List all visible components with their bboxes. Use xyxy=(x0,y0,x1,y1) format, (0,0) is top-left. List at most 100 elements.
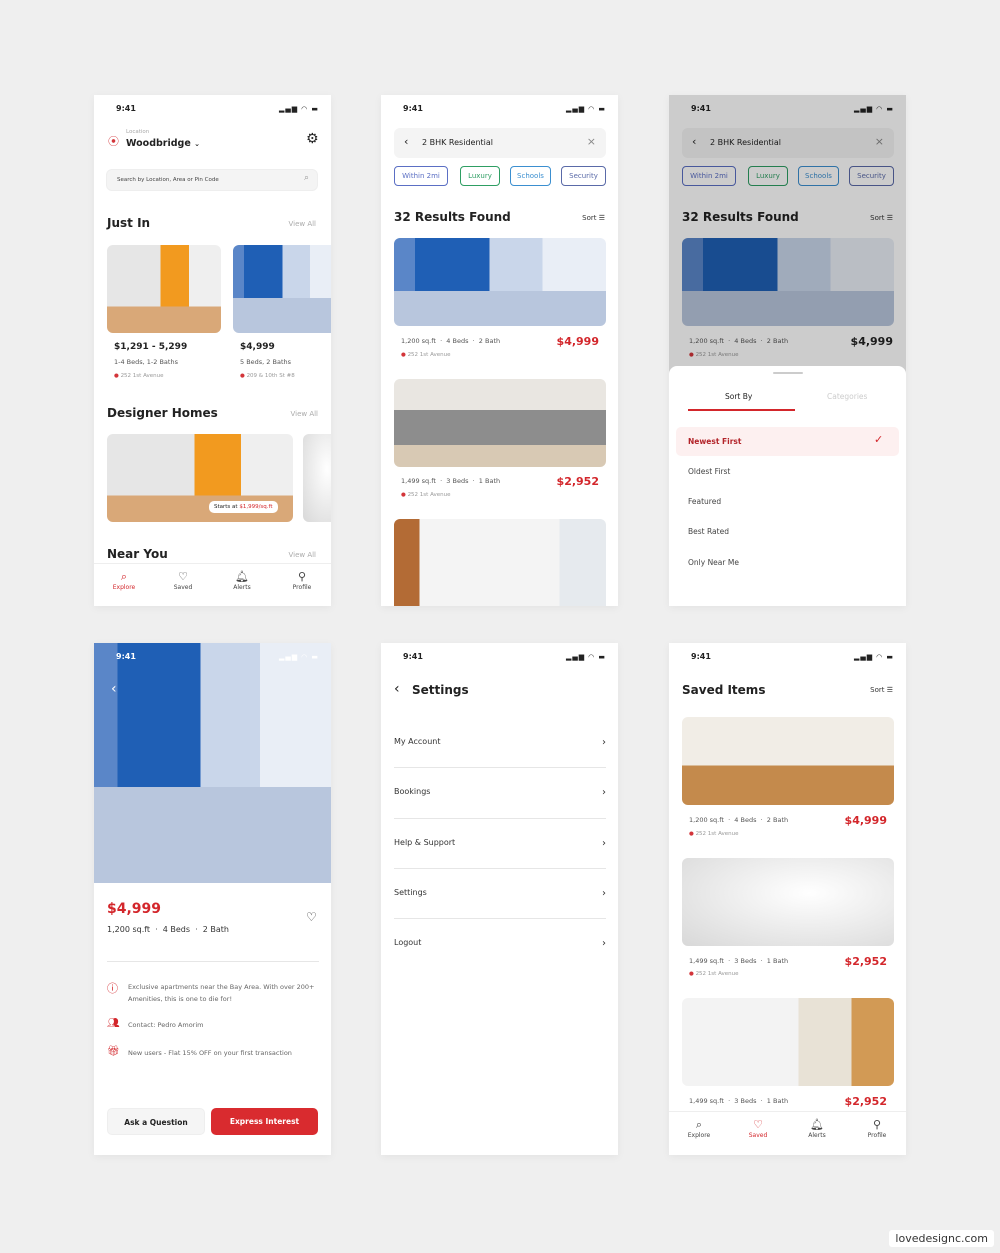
view-all-link[interactable]: View All xyxy=(288,551,316,559)
tab-alerts[interactable]: 🔔︎ Alerts xyxy=(797,1118,837,1139)
clear-icon[interactable]: × xyxy=(587,135,596,148)
bottom-tab-bar: ⌕ Explore ♡ Saved 🔔︎ Alerts ⚲ Profile xyxy=(669,1111,906,1154)
location-value: Woodbridge xyxy=(126,138,191,149)
settings-item-help-support[interactable]: Help & Support › xyxy=(394,838,606,888)
search-results-screen: 9:41 ▂▄▆ ◠ ▬ ‹ 2 BHK Residential × Withi… xyxy=(381,95,618,606)
listing-price: $1,291 - 5,299 xyxy=(114,342,188,352)
filter-chip[interactable]: Security xyxy=(561,166,606,186)
home-screen: 9:41 ▂▄▆ ◠ ▬ ⦿ Location Woodbridge ⌄ ⚙ S… xyxy=(94,95,331,606)
listing-address: ● 209 & 10th St #8 xyxy=(240,373,295,379)
listing-address: ● 252 1st Avenue xyxy=(689,831,739,837)
listing-specs: 1,499 sq.ft · 3 Beds · 1 Bath xyxy=(401,477,501,485)
contact-icon: 👥︎ xyxy=(107,1018,120,1029)
listing-price: $2,952 xyxy=(556,475,599,488)
settings-item-settings[interactable]: Settings › xyxy=(394,888,606,938)
sort-sheet-screen: 9:41 ▂▄▆ ◠ ▬ ‹ 2 BHK Residential × Withi… xyxy=(669,95,906,606)
listing-image[interactable] xyxy=(107,245,221,333)
listing-beds: 5 Beds, 2 Baths xyxy=(240,358,292,366)
chevron-down-icon: ⌄ xyxy=(194,140,200,148)
sort-option[interactable]: Featured xyxy=(688,497,721,506)
divider xyxy=(394,918,606,919)
bell-icon: 🔔︎ xyxy=(810,1118,824,1131)
heart-icon: ♡ xyxy=(178,570,188,583)
settings-screen: 9:41 ▂▄▆ ◠ ▬ ‹ Settings My Account › Book… xyxy=(381,643,618,1155)
offer-text: New users - Flat 15% OFF on your first t… xyxy=(128,1049,292,1057)
search-icon: ⌕ xyxy=(695,1118,703,1131)
gear-icon[interactable]: ⚙ xyxy=(306,131,319,147)
chevron-right-icon: › xyxy=(602,888,606,899)
saved-items-screen: 9:41 ▂▄▆ ◠ ▬ Saved Items Sort ☰ 1,200 sq… xyxy=(669,643,906,1155)
listing-price: $4,999 xyxy=(844,814,887,827)
listing-price: $4,999 xyxy=(556,335,599,348)
status-time: 9:41 xyxy=(403,652,423,661)
property-detail-screen: 9:41 ▂▄▆ ◠ ▬ ‹ $4,999 1,200 sq.ft · 4 Be… xyxy=(94,643,331,1155)
status-icons: ▂▄▆ ◠ ▬ xyxy=(853,653,894,661)
filter-chip[interactable]: Within 2mi xyxy=(394,166,448,186)
tab-profile[interactable]: ⚲ Profile xyxy=(857,1118,897,1139)
heart-icon: ♡ xyxy=(753,1118,763,1131)
view-all-link[interactable]: View All xyxy=(288,220,316,228)
gift-icon: 🎁︎ xyxy=(107,1046,120,1057)
settings-item-my-account[interactable]: My Account › xyxy=(394,737,606,787)
divider xyxy=(394,767,606,768)
detail-specs: 1,200 sq.ft · 4 Beds · 2 Bath xyxy=(107,925,229,934)
sort-option[interactable]: Oldest First xyxy=(688,467,730,476)
sort-button[interactable]: Sort ☰ xyxy=(870,686,893,694)
listing-image[interactable] xyxy=(394,379,606,467)
drag-handle[interactable] xyxy=(773,372,803,374)
express-interest-button[interactable]: Express Interest xyxy=(211,1108,318,1135)
sort-option[interactable]: Newest First xyxy=(688,437,741,446)
back-icon[interactable]: ‹ xyxy=(111,681,117,697)
tab-profile[interactable]: ⚲ Profile xyxy=(282,570,322,591)
tab-categories[interactable]: Categories xyxy=(827,392,867,401)
detail-price: $4,999 xyxy=(107,901,162,917)
sort-option[interactable]: Only Near Me xyxy=(688,558,739,567)
listing-image[interactable] xyxy=(682,998,894,1086)
listing-image[interactable] xyxy=(394,519,606,606)
tab-explore[interactable]: ⌕ Explore xyxy=(104,570,144,591)
listing-address: ● 252 1st Avenue xyxy=(401,492,451,498)
status-time: 9:41 xyxy=(403,104,423,113)
designer-home-image[interactable] xyxy=(303,434,331,522)
sort-button[interactable]: Sort ☰ xyxy=(582,214,605,222)
listing-image[interactable] xyxy=(682,717,894,805)
user-icon: ⚲ xyxy=(872,1118,882,1131)
tab-saved[interactable]: ♡ Saved xyxy=(163,570,203,591)
search-icon: ⌕ xyxy=(120,570,128,583)
listing-image[interactable] xyxy=(394,238,606,326)
search-input[interactable]: ‹ 2 BHK Residential × xyxy=(394,128,606,158)
ask-question-button[interactable]: Ask a Question xyxy=(107,1108,205,1135)
back-icon[interactable]: ‹ xyxy=(404,135,408,148)
listing-specs: 1,499 sq.ft · 3 Beds · 1 Bath xyxy=(689,1097,789,1105)
chevron-right-icon: › xyxy=(602,838,606,849)
tab-sort-by[interactable]: Sort By xyxy=(725,392,752,401)
bell-icon: 🔔︎ xyxy=(235,570,249,583)
settings-item-logout[interactable]: Logout › xyxy=(394,938,606,988)
chevron-right-icon: › xyxy=(602,787,606,798)
tab-alerts[interactable]: 🔔︎ Alerts xyxy=(222,570,262,591)
sort-option[interactable]: Best Rated xyxy=(688,527,729,536)
listing-image[interactable] xyxy=(233,245,331,333)
contact-text: Contact: Pedro Amorim xyxy=(128,1021,204,1029)
listing-price: $2,952 xyxy=(844,955,887,968)
tab-explore[interactable]: ⌕ Explore xyxy=(679,1118,719,1139)
section-title-designer-homes: Designer Homes xyxy=(107,406,218,420)
back-icon[interactable]: ‹ xyxy=(394,681,400,697)
search-input[interactable]: Search by Location, Area or Pin Code ⌕ xyxy=(106,169,318,191)
filter-chip[interactable]: Luxury xyxy=(460,166,500,186)
sort-icon: ☰ xyxy=(598,214,605,222)
section-title-near-you: Near You xyxy=(107,547,168,561)
listing-specs: 1,499 sq.ft · 3 Beds · 1 Bath xyxy=(689,957,789,965)
location-selector[interactable]: Woodbridge ⌄ xyxy=(126,138,200,149)
price-badge: Starts at $1,999/sq.ft xyxy=(209,501,278,513)
listing-address: ● 252 1st Avenue xyxy=(114,373,164,379)
divider xyxy=(107,961,319,962)
status-icons: ▂▄▆ ◠ ▬ xyxy=(565,653,606,661)
listing-image[interactable] xyxy=(682,858,894,946)
view-all-link[interactable]: View All xyxy=(290,410,318,418)
tab-saved[interactable]: ♡ Saved xyxy=(738,1118,778,1139)
heart-icon[interactable]: ♡ xyxy=(306,910,317,924)
filter-chip[interactable]: Schools xyxy=(510,166,551,186)
location-pin-icon: ⦿ xyxy=(108,135,119,148)
settings-item-bookings[interactable]: Bookings › xyxy=(394,787,606,837)
